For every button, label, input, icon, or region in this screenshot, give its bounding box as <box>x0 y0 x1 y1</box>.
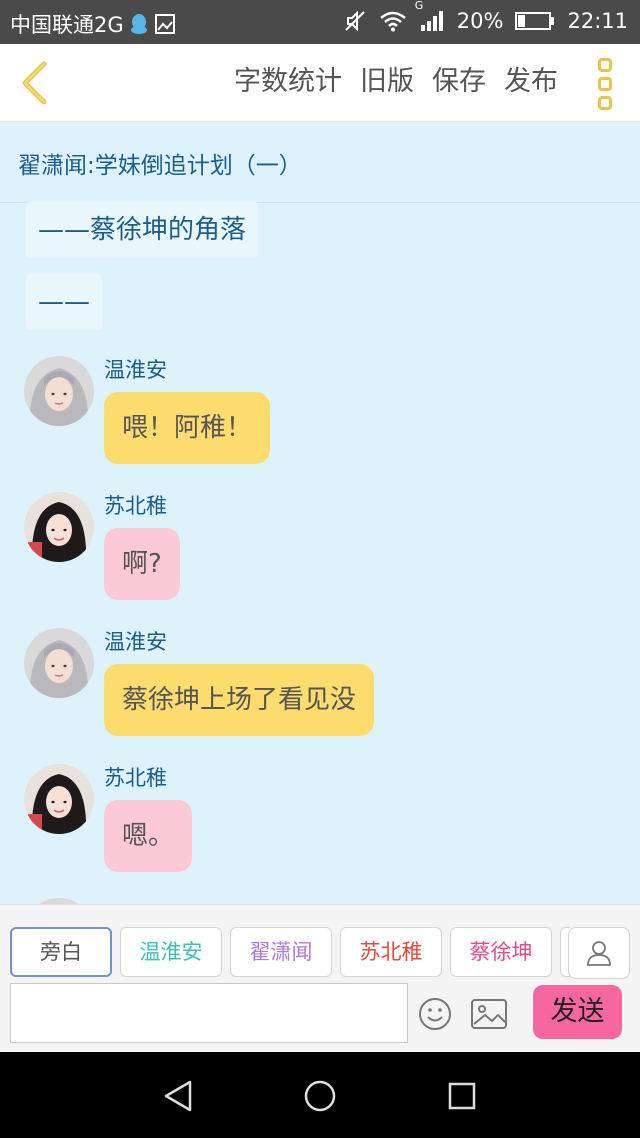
network-type-label: G <box>414 0 424 12</box>
image-button[interactable] <box>470 997 508 1031</box>
save-button[interactable]: 保存 <box>432 64 486 100</box>
send-button[interactable]: 发送 <box>533 985 622 1039</box>
speaker-name: 苏北稚 <box>104 494 167 518</box>
message-input[interactable] <box>10 983 408 1043</box>
mute-icon <box>343 9 367 33</box>
avatar[interactable] <box>24 492 94 562</box>
nav-back-button[interactable] <box>158 1076 198 1116</box>
emoji-button[interactable] <box>418 997 452 1031</box>
square-recents-icon <box>448 1082 476 1110</box>
message-bubble[interactable]: 蔡徐坤上场了看见没 <box>104 664 375 736</box>
role-chip-narrator[interactable]: 旁白 <box>10 927 112 977</box>
back-arrow-icon <box>22 61 47 105</box>
story-content[interactable]: 翟潇闻:学妹倒追计划（一） ——蔡徐坤的角落 —— 温淮安 喂！阿稚！ 苏北稚 … <box>0 122 640 904</box>
circle-home-icon <box>304 1080 336 1112</box>
nav-home-button[interactable] <box>300 1076 340 1116</box>
back-button[interactable] <box>14 58 54 108</box>
avatar[interactable] <box>24 764 94 834</box>
message-bubble[interactable]: 喂！阿稚！ <box>104 392 271 464</box>
person-icon <box>587 941 611 966</box>
more-icon <box>598 58 612 72</box>
signal-icon: G <box>415 0 445 33</box>
old-version-button[interactable]: 旧版 <box>360 64 414 100</box>
clock: 22:11 <box>567 9 628 33</box>
photo-icon <box>154 12 176 36</box>
avatar[interactable] <box>24 356 94 426</box>
narration-block[interactable]: —— <box>26 274 102 330</box>
battery-icon <box>515 9 555 33</box>
role-chip-zhai-xiaowen[interactable]: 翟潇闻 <box>230 927 332 977</box>
wifi-icon <box>379 9 407 33</box>
message-bubble[interactable]: 啊? <box>104 528 180 600</box>
manage-roles-button[interactable] <box>568 927 630 979</box>
chapter-title[interactable]: 翟潇闻:学妹倒追计划（一） <box>18 146 302 180</box>
publish-button[interactable]: 发布 <box>504 64 558 100</box>
avatar[interactable] <box>24 628 94 698</box>
battery-percent: 20% <box>456 9 504 33</box>
carrier-label: 中国联通2G <box>10 13 124 37</box>
qq-icon <box>130 12 148 36</box>
speaker-name: 苏北稚 <box>104 766 167 790</box>
role-chip-cai-xukun[interactable]: 蔡徐坤 <box>450 927 552 977</box>
more-icon-dot <box>598 77 612 91</box>
composer: 旁白 温淮安 翟潇闻 苏北稚 蔡徐坤 发送 <box>0 904 640 1052</box>
message-bubble[interactable]: 嗯。 <box>104 800 193 872</box>
more-icon-dot <box>598 96 612 110</box>
image-icon <box>471 999 507 1029</box>
editor-toolbar: 字数统计 旧版 保存 发布 <box>0 44 640 122</box>
word-count-button[interactable]: 字数统计 <box>234 64 342 100</box>
speaker-name: 温淮安 <box>104 358 167 382</box>
system-navigation-bar <box>0 1052 640 1138</box>
status-bar: 中国联通2G G 20% 22:11 <box>0 0 640 44</box>
speaker-name: 温淮安 <box>104 630 167 654</box>
nav-recents-button[interactable] <box>442 1076 482 1116</box>
narration-block[interactable]: ——蔡徐坤的角落 <box>26 202 259 258</box>
more-menu-button[interactable] <box>594 58 616 110</box>
smiley-icon <box>419 998 451 1030</box>
role-chip-su-beizhi[interactable]: 苏北稚 <box>340 927 442 977</box>
role-selector: 旁白 温淮安 翟潇闻 苏北稚 蔡徐坤 <box>10 927 570 979</box>
role-chip-wen-huaian[interactable]: 温淮安 <box>120 927 222 977</box>
triangle-back-icon <box>164 1080 192 1112</box>
